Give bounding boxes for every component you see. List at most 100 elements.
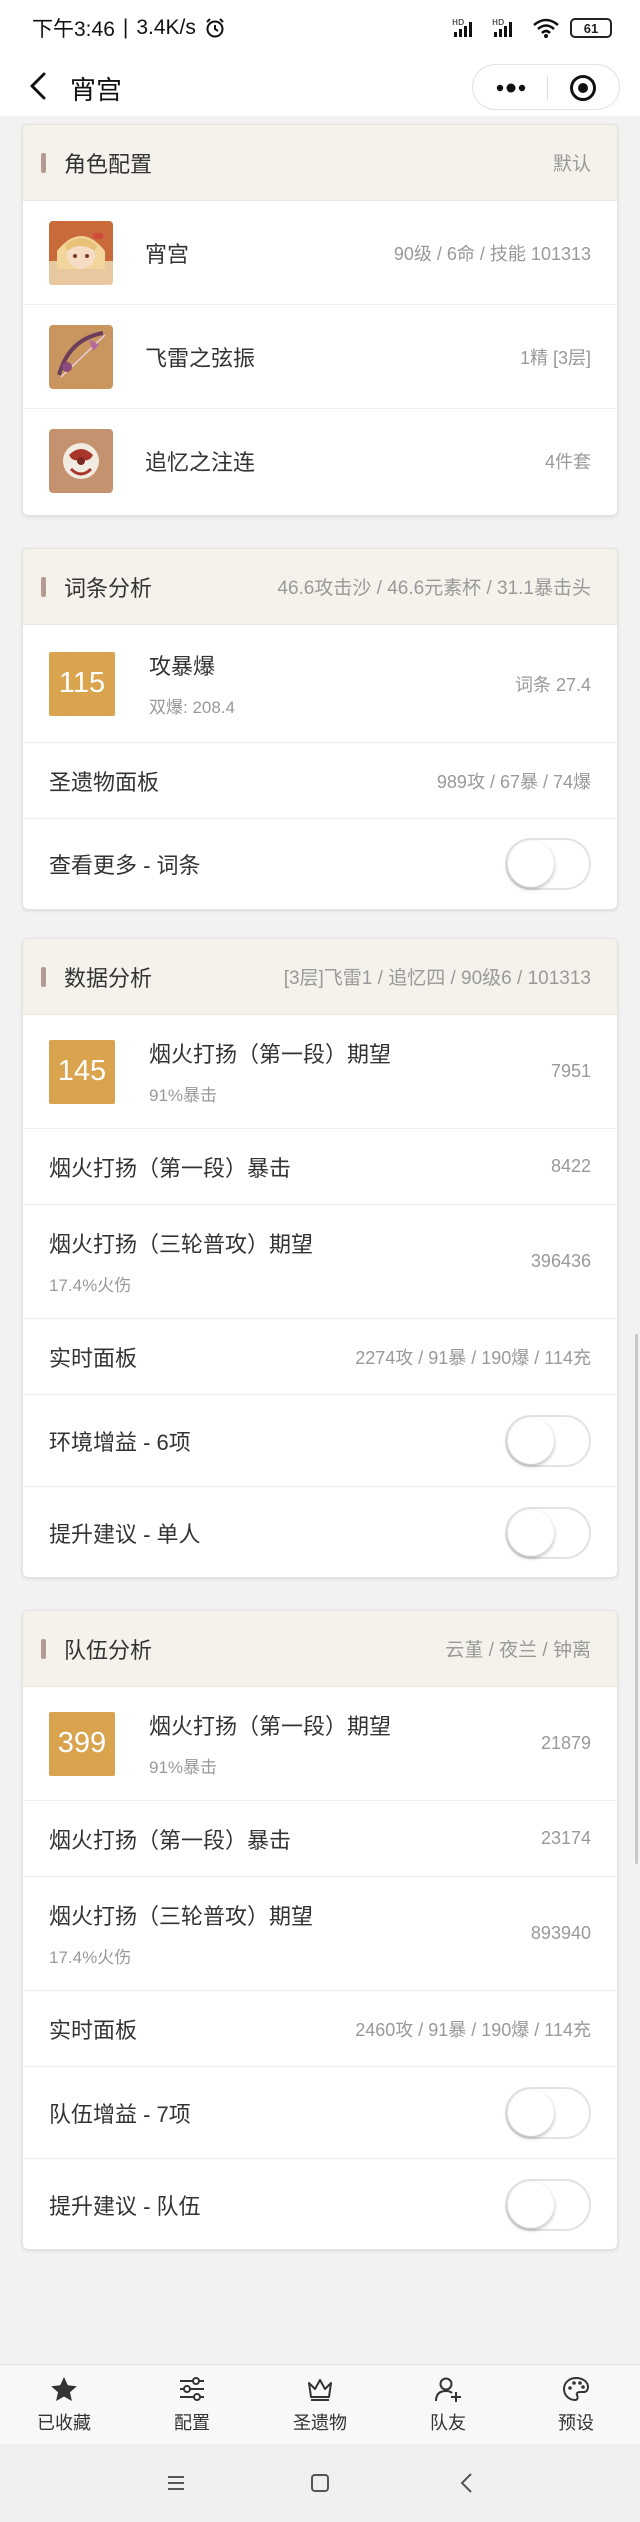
header-accent bbox=[41, 966, 46, 987]
battery-icon: 61 bbox=[570, 18, 612, 38]
palette-icon bbox=[562, 2376, 590, 2401]
card-title: 角色配置 bbox=[64, 151, 153, 177]
page-title: 宵宫 bbox=[70, 75, 123, 105]
tab-label: 队友 bbox=[430, 2412, 466, 2433]
tab-label: 预设 bbox=[558, 2412, 594, 2433]
live-panel-label: 实时面板 bbox=[49, 1345, 138, 1371]
damage-crit-row[interactable]: 烟火打扬（第一段）暴击 23174 bbox=[23, 1801, 617, 1877]
live-panel-value: 2460攻 / 91暴 / 190爆 / 114充 bbox=[355, 2019, 591, 2040]
home-icon[interactable] bbox=[305, 2468, 335, 2498]
weapon-refine: 1精 [3层] bbox=[519, 347, 591, 368]
title-bar: 宵宫 bbox=[0, 56, 640, 116]
card-subtitle: 云堇 / 夜兰 / 钟离 bbox=[445, 1640, 591, 1661]
card-subtitle: [3层]飞雷1 / 追忆四 / 90级6 / 101313 bbox=[283, 968, 591, 989]
status-separator: | bbox=[122, 16, 129, 39]
tab-label: 圣遗物 bbox=[293, 2412, 347, 2433]
crown-icon bbox=[308, 2378, 332, 2401]
score-badge: 115 bbox=[49, 651, 115, 716]
damage-expect-row[interactable]: 399 烟火打扬（第一段）期望 91%暴击 21879 bbox=[23, 1687, 617, 1801]
damage-crit-row[interactable]: 烟火打扬（第一段）暴击 8422 bbox=[23, 1129, 617, 1205]
score-badge: 399 bbox=[49, 1711, 115, 1776]
card-title: 词条分析 bbox=[64, 575, 153, 601]
upgrade-team-toggle[interactable] bbox=[505, 2179, 591, 2231]
live-panel-label: 实时面板 bbox=[49, 2017, 138, 2043]
artifact-panel-row[interactable]: 圣遗物面板 989攻 / 67暴 / 74爆 bbox=[23, 743, 617, 819]
content-scroll[interactable]: 角色配置 默认 宵宫 90级 / 6命 / 技能 101313 飞雷之弦振 1精… bbox=[0, 116, 640, 2364]
status-left: 下午3:46 | 3.4K/s bbox=[32, 13, 226, 43]
artifact-panel-label: 圣遗物面板 bbox=[49, 769, 160, 795]
status-right: HD HD 61 bbox=[452, 17, 612, 39]
svg-text:HD: HD bbox=[492, 18, 504, 27]
damage-label: 烟火打扬（三轮普攻）期望 bbox=[49, 1232, 314, 1257]
data-analysis-card: 数据分析 [3层]飞雷1 / 追忆四 / 90级6 / 101313 145 烟… bbox=[22, 938, 618, 1578]
back-arrow-icon[interactable] bbox=[24, 70, 54, 102]
env-buff-row: 环境增益 - 6项 bbox=[23, 1395, 617, 1487]
env-buff-toggle[interactable] bbox=[505, 1414, 591, 1467]
stat-score-row[interactable]: 115 攻暴爆 双爆: 208.4 词条 27.4 bbox=[23, 625, 617, 743]
close-target-icon[interactable] bbox=[569, 74, 597, 102]
more-stats-toggle[interactable] bbox=[505, 838, 591, 890]
team-analysis-card: 队伍分析 云堇 / 夜兰 / 钟离 399 烟火打扬（第一段）期望 91%暴击 … bbox=[22, 1610, 618, 2250]
tab-favorites[interactable]: 已收藏 bbox=[0, 2365, 128, 2444]
status-speed: 3.4K/s bbox=[136, 16, 196, 39]
card-header: 队伍分析 云堇 / 夜兰 / 钟离 bbox=[23, 1611, 617, 1687]
weapon-row[interactable]: 飞雷之弦振 1精 [3层] bbox=[23, 305, 617, 409]
team-buff-toggle[interactable] bbox=[505, 2086, 591, 2139]
svg-text:HD: HD bbox=[452, 18, 464, 27]
artifact-avatar bbox=[49, 429, 113, 493]
card-subtitle: 46.6攻击沙 / 46.6元素杯 / 31.1暴击头 bbox=[277, 578, 591, 599]
card-header: 词条分析 46.6攻击沙 / 46.6元素杯 / 31.1暴击头 bbox=[23, 549, 617, 625]
character-row[interactable]: 宵宫 90级 / 6命 / 技能 101313 bbox=[23, 201, 617, 305]
live-panel-row[interactable]: 实时面板 2460攻 / 91暴 / 190爆 / 114充 bbox=[23, 1991, 617, 2067]
damage-combo-row[interactable]: 烟火打扬（三轮普攻）期望 17.4%火伤 396436 bbox=[23, 1205, 617, 1319]
more-stats-row: 查看更多 - 词条 bbox=[23, 819, 617, 909]
header-accent bbox=[41, 576, 46, 597]
score-value: 词条 27.4 bbox=[514, 674, 591, 695]
star-icon bbox=[51, 2376, 77, 2401]
bottom-tab-bar: 已收藏 配置 圣遗物 队友 预设 bbox=[0, 2364, 640, 2444]
damage-label: 烟火打扬（第一段）暴击 bbox=[49, 1155, 292, 1181]
card-header: 数据分析 [3层]飞雷1 / 追忆四 / 90级6 / 101313 bbox=[23, 939, 617, 1015]
role-config-card: 角色配置 默认 宵宫 90级 / 6命 / 技能 101313 飞雷之弦振 1精… bbox=[22, 124, 618, 516]
damage-expect-row[interactable]: 145 烟火打扬（第一段）期望 91%暴击 7951 bbox=[23, 1015, 617, 1129]
back-icon[interactable] bbox=[452, 2468, 482, 2498]
menu-icon[interactable] bbox=[161, 2468, 191, 2498]
stat-analysis-card: 词条分析 46.6攻击沙 / 46.6元素杯 / 31.1暴击头 115 攻暴爆… bbox=[22, 548, 618, 910]
live-panel-row[interactable]: 实时面板 2274攻 / 91暴 / 190爆 / 114充 bbox=[23, 1319, 617, 1395]
signal-hd-icon: HD bbox=[452, 18, 472, 37]
status-time: 下午3:46 bbox=[32, 18, 115, 41]
more-icon[interactable] bbox=[493, 79, 529, 97]
scrollbar[interactable] bbox=[635, 1334, 638, 1864]
team-buff-row: 队伍增益 - 7项 bbox=[23, 2067, 617, 2159]
damage-combo-row[interactable]: 烟火打扬（三轮普攻）期望 17.4%火伤 893940 bbox=[23, 1877, 617, 1991]
damage-value: 893940 bbox=[530, 1923, 591, 1943]
upgrade-team-row: 提升建议 - 队伍 bbox=[23, 2159, 617, 2249]
upgrade-solo-label: 提升建议 - 单人 bbox=[49, 1522, 201, 1547]
tab-artifacts[interactable]: 圣遗物 bbox=[256, 2365, 384, 2444]
upgrade-solo-row: 提升建议 - 单人 bbox=[23, 1487, 617, 1577]
damage-value: 396436 bbox=[530, 1251, 591, 1271]
env-buff-label: 环境增益 - 6项 bbox=[49, 1429, 191, 1455]
system-nav-bar bbox=[0, 2444, 640, 2522]
header-accent bbox=[41, 152, 46, 173]
weapon-name: 飞雷之弦振 bbox=[145, 345, 256, 371]
card-title: 队伍分析 bbox=[64, 1637, 153, 1663]
team-buff-label: 队伍增益 - 7项 bbox=[49, 2101, 191, 2127]
tab-presets[interactable]: 预设 bbox=[512, 2365, 640, 2444]
score-label: 攻暴爆 bbox=[149, 654, 216, 679]
score-sub: 双爆: 208.4 bbox=[149, 698, 235, 717]
artifact-set-name: 追忆之注连 bbox=[145, 450, 256, 475]
damage-value: 7951 bbox=[550, 1061, 591, 1081]
tab-config[interactable]: 配置 bbox=[128, 2365, 256, 2444]
damage-sub: 17.4%火伤 bbox=[49, 1948, 132, 1967]
artifact-set-row[interactable]: 追忆之注连 4件套 bbox=[23, 409, 617, 513]
character-level: 90级 / 6命 / 技能 101313 bbox=[393, 243, 591, 264]
add-user-icon bbox=[435, 2377, 461, 2402]
damage-label: 烟火打扬（第一段）期望 bbox=[149, 1042, 392, 1067]
score-badge: 145 bbox=[49, 1039, 115, 1104]
card-subtitle: 默认 bbox=[552, 154, 591, 175]
capsule-divider bbox=[547, 76, 548, 100]
upgrade-solo-toggle[interactable] bbox=[505, 1507, 591, 1559]
weapon-avatar bbox=[49, 324, 113, 389]
tab-teammates[interactable]: 队友 bbox=[384, 2365, 512, 2444]
